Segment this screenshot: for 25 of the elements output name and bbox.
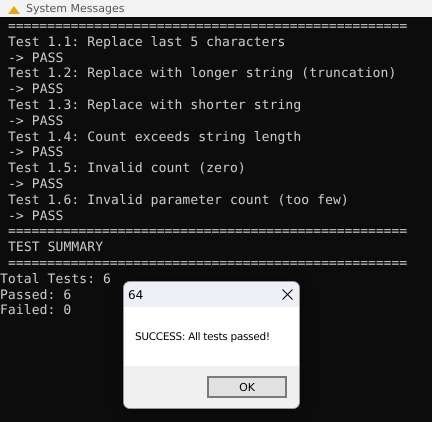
- test-result: -> PASS: [7, 145, 64, 162]
- app-icon: [8, 4, 20, 14]
- summary-line: Failed: 0: [0, 303, 72, 320]
- test-name: Test 1.4: Count exceeds string length: [7, 130, 302, 146]
- test-result: -> PASS: [7, 208, 64, 224]
- test-name: Test 1.1: Replace last 5 characters: [7, 34, 286, 51]
- close-icon[interactable]: [282, 289, 293, 300]
- test-name: Test 1.6: Invalid parameter count (too few): [7, 192, 349, 209]
- test-name: Test 1.3: Replace with shorter string: [7, 98, 302, 114]
- summary-line: Total Tests: 6: [0, 272, 111, 288]
- test-name: Test 1.2: Replace with longer string (truncation): [7, 66, 396, 82]
- separator-line: ===================================================: [7, 224, 408, 240]
- separator-line: ===================================================: [7, 256, 408, 272]
- test-result: -> PASS: [7, 50, 64, 66]
- section-heading: TEST SUMMARY: [7, 240, 104, 256]
- summary-line: Passed: 6: [0, 288, 72, 304]
- test-result: -> PASS: [7, 114, 64, 130]
- separator-line: ===================================================: [7, 19, 408, 35]
- dialog-message: SUCCESS: All tests passed!: [135, 330, 270, 342]
- dialog-title: 64: [128, 288, 144, 302]
- test-name: Test 1.5: Invalid count (zero): [7, 161, 246, 177]
- test-result: -> PASS: [7, 82, 64, 98]
- ok-button[interactable]: OK: [207, 376, 287, 398]
- test-result: -> PASS: [7, 176, 64, 193]
- window-title: System Messages: [26, 2, 124, 15]
